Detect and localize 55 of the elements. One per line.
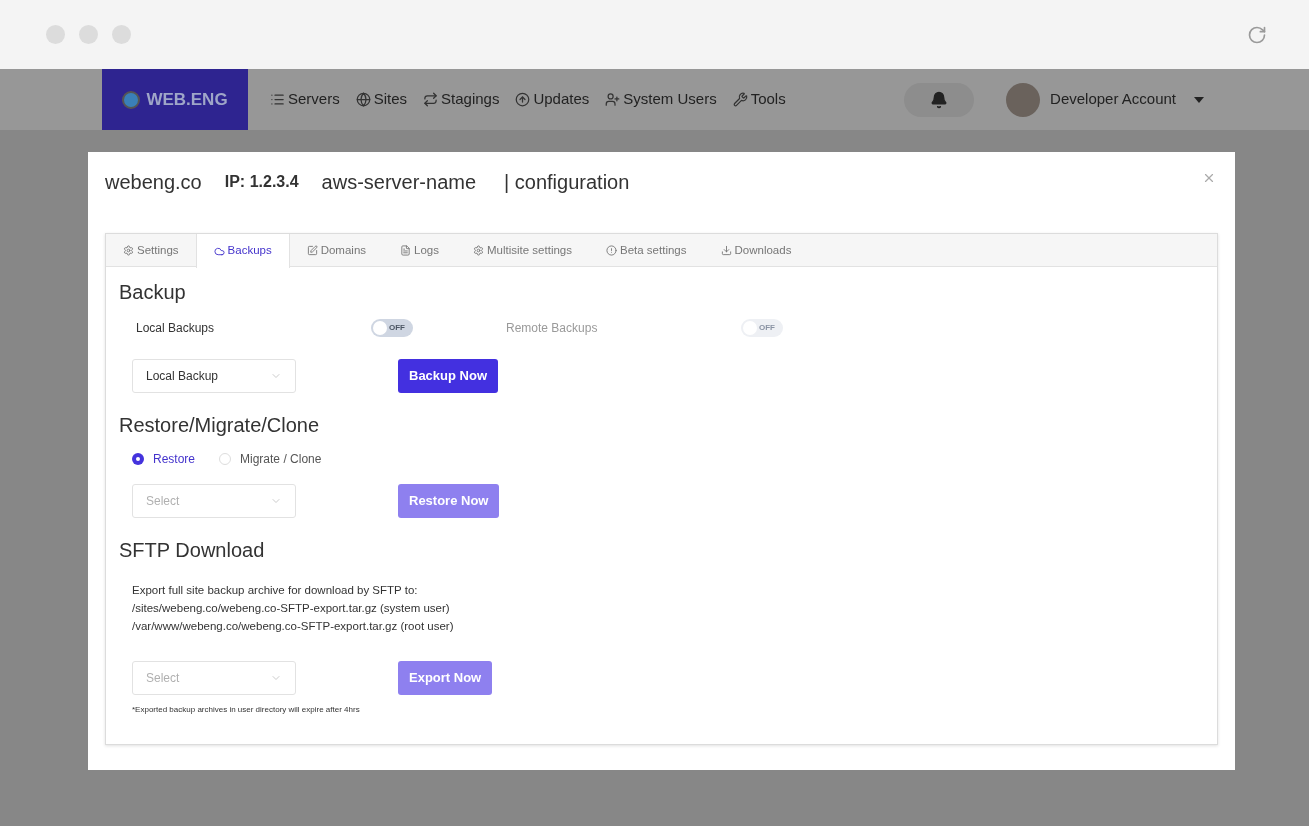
caret-icon <box>1194 96 1204 103</box>
description-line: /sites/webeng.co/webeng.co-SFTP-export.tar.gz (system user) <box>132 601 451 616</box>
close-icon[interactable] <box>1202 171 1216 185</box>
toggle-label: Local Backups <box>136 320 216 337</box>
section-heading: Restore/Migrate/Clone <box>119 413 321 438</box>
globe-logo-icon <box>122 90 141 109</box>
ip-address: IP: 1.2.3.4 <box>224 172 299 192</box>
cloud-icon <box>213 245 225 257</box>
description-line: /var/www/webeng.co/webeng.co-SFTP-export.tar.gz (root user) <box>132 619 455 634</box>
gear-icon <box>123 245 134 256</box>
tab[interactable]: Settings <box>106 234 196 267</box>
tab[interactable]: Domains <box>289 234 384 267</box>
nav-link[interactable]: Stagings <box>423 88 500 111</box>
radio-button[interactable] <box>132 453 144 465</box>
logo[interactable]: WEB.ENG <box>102 69 248 130</box>
nav-link[interactable]: Sites <box>355 88 408 111</box>
domain-title: webeng.co <box>105 170 202 195</box>
reload-icon[interactable] <box>1247 24 1267 45</box>
toggle-switch[interactable]: OFF <box>371 319 413 337</box>
bell-icon <box>930 90 949 109</box>
repeat-icon <box>423 92 439 107</box>
tab[interactable]: Logs <box>383 234 456 267</box>
action-button[interactable]: Backup Now <box>398 359 498 393</box>
nav-link[interactable]: Tools <box>732 88 786 111</box>
section-heading: SFTP Download <box>119 538 266 563</box>
edit-icon <box>306 245 318 256</box>
nav-link[interactable]: Servers <box>270 88 340 111</box>
nav-link[interactable]: System Users <box>605 88 717 111</box>
gear-icon <box>473 245 484 256</box>
globe-icon <box>355 92 371 107</box>
toggle-label: Remote Backups <box>506 320 599 337</box>
select-dropdown[interactable]: Local Backup <box>132 359 296 393</box>
radio-option[interactable]: Migrate / Clone <box>219 450 322 468</box>
nav-link[interactable]: Updates <box>515 88 590 111</box>
user-plus-icon <box>605 92 621 107</box>
radio-option[interactable]: Restore <box>132 450 196 468</box>
document-icon <box>400 245 412 256</box>
alert-icon <box>606 245 617 256</box>
expiry-note: *Exported backup archives in user directory will expire after 4hrs <box>131 704 361 716</box>
tab[interactable]: Downloads <box>703 234 809 267</box>
section-title: | configuration <box>504 170 630 195</box>
download-icon <box>720 245 732 256</box>
brand-name: WEB.ENG <box>146 88 228 111</box>
wrench-icon <box>732 92 748 107</box>
tab[interactable]: Backups <box>195 234 290 268</box>
section-heading: Backup <box>119 280 187 305</box>
tab[interactable]: Multisite settings <box>456 234 589 267</box>
arrow-up-circle-icon <box>515 92 531 107</box>
account-menu[interactable]: Developer Account <box>1006 82 1204 117</box>
description-line: Export full site backup archive for download by SFTP to: <box>132 583 419 598</box>
notification-button[interactable] <box>904 82 975 117</box>
server-name: aws-server-name <box>321 170 477 195</box>
avatar <box>1006 82 1041 117</box>
tab[interactable]: Beta settings <box>589 234 704 267</box>
list-icon <box>270 92 285 107</box>
